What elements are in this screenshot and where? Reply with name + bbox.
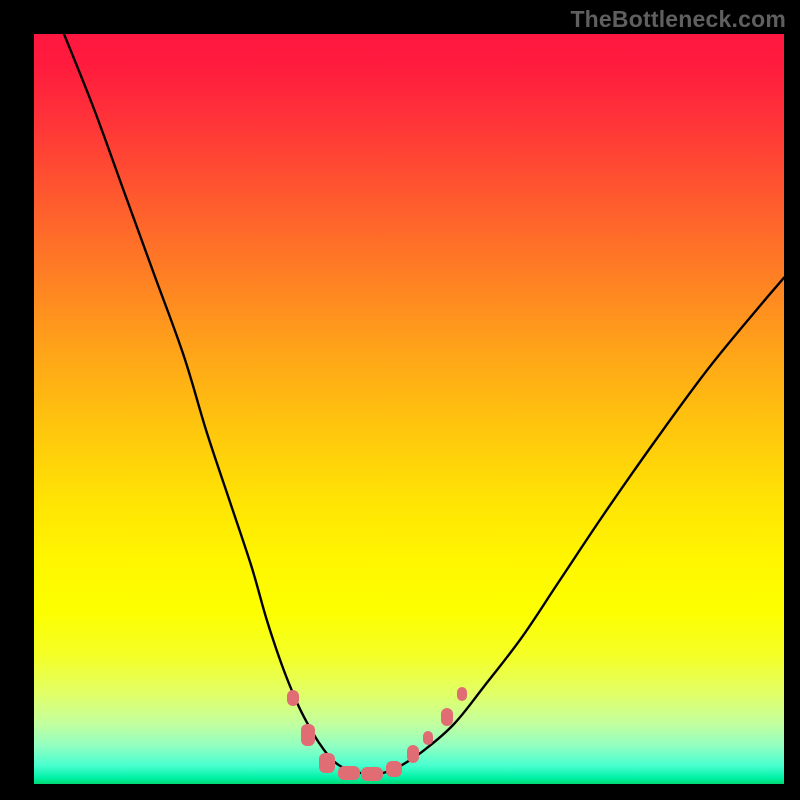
watermark-label: TheBottleneck.com — [570, 6, 786, 33]
curve-marker — [423, 731, 433, 745]
curve-marker — [386, 761, 402, 777]
curve-marker — [457, 687, 467, 701]
curve-marker — [287, 690, 299, 706]
curve-markers — [34, 34, 784, 784]
curve-marker — [301, 724, 315, 746]
plot-area — [34, 34, 784, 784]
curve-marker — [407, 745, 419, 763]
curve-marker — [319, 753, 335, 773]
curve-marker — [361, 767, 383, 781]
curve-marker — [338, 766, 360, 780]
curve-marker — [441, 708, 453, 726]
chart-frame: TheBottleneck.com — [0, 0, 800, 800]
